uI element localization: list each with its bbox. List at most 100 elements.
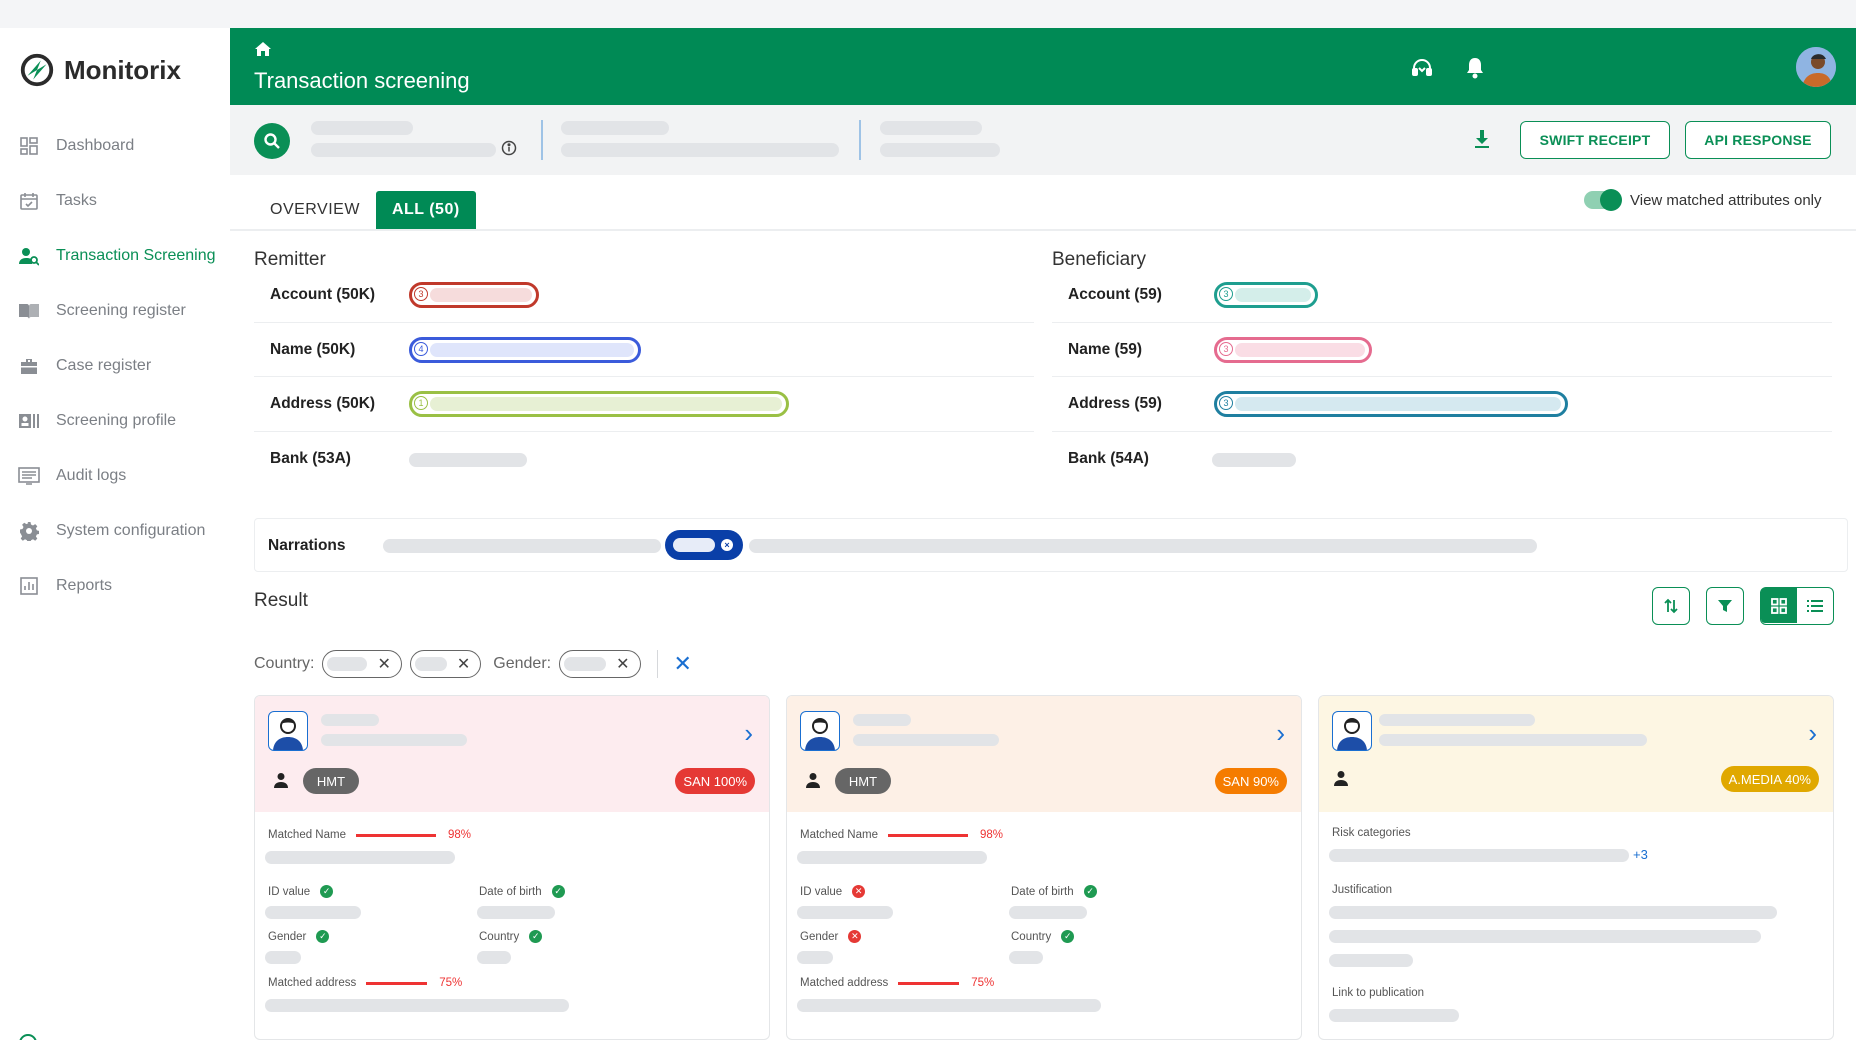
narration-match-pill[interactable]: ×: [665, 530, 743, 560]
profile-avatar-icon: [1332, 711, 1372, 751]
gender-label: Gender: [268, 930, 307, 943]
filter-chip-gender[interactable]: ✕: [559, 650, 641, 678]
chevron-right-icon[interactable]: ›: [744, 718, 753, 749]
id-value-row: ID value ✓: [268, 885, 334, 898]
match-pill[interactable]: 1: [409, 391, 789, 417]
more-categories-link[interactable]: +3: [1633, 847, 1648, 862]
active-filters: Country: ✕ ✕ Gender: ✕ ✕: [254, 650, 692, 678]
divider: [859, 120, 861, 160]
download-icon[interactable]: [1474, 129, 1490, 149]
sort-button[interactable]: [1652, 587, 1690, 625]
toggle-switch[interactable]: [1584, 189, 1622, 211]
remove-filter-icon[interactable]: ✕: [616, 654, 629, 674]
id-value-row: ID value ✕: [800, 885, 866, 898]
tab-overview[interactable]: OVERVIEW: [254, 191, 376, 229]
chip-value: [564, 657, 607, 671]
match-pill[interactable]: 3: [1214, 336, 1372, 363]
search-icon: [264, 133, 280, 149]
list-view-button[interactable]: [1797, 588, 1833, 623]
remove-filter-icon[interactable]: ✕: [457, 654, 470, 674]
sidebar-item-dashboard[interactable]: Dashboard: [0, 118, 230, 173]
matched-name-bar: [355, 833, 436, 837]
home-icon[interactable]: [254, 40, 272, 58]
beneficiary-row-bank: Bank (54A): [1052, 432, 1832, 487]
attr-label: Name (50K): [270, 340, 356, 358]
calendar-check-icon: [18, 190, 40, 212]
sidebar-item-label: Transaction Screening: [56, 246, 216, 264]
tab-all[interactable]: ALL (50): [375, 191, 476, 229]
gender-label: Gender: [800, 930, 839, 943]
check-icon: ✓: [320, 885, 334, 898]
sidebar-item-label: Audit logs: [56, 466, 127, 484]
match-pill[interactable]: 4: [409, 336, 641, 363]
notification-bell-icon[interactable]: [1461, 54, 1489, 82]
match-pill[interactable]: 3: [409, 282, 539, 308]
brand[interactable]: Monitorix: [0, 34, 230, 106]
api-response-button[interactable]: API RESPONSE: [1685, 121, 1831, 159]
skeleton-subtitle: [1379, 734, 1647, 746]
matched-name-row: Matched Name 98%: [800, 829, 1003, 841]
card-header: › HMT SAN 100%: [255, 696, 769, 812]
dob-label: Date of birth: [479, 885, 542, 898]
matched-name-label: Matched Name: [268, 829, 346, 841]
swift-receipt-button[interactable]: SWIFT RECEIPT: [1520, 121, 1670, 159]
chip-value: [327, 657, 368, 671]
filter-button[interactable]: [1706, 587, 1744, 625]
support-headset-icon[interactable]: [1408, 54, 1436, 82]
attr-label: Bank (54A): [1068, 449, 1149, 467]
skeleton-name: [853, 714, 911, 726]
check-icon: ✓: [1061, 930, 1075, 943]
matched-address-row: Matched address 75%: [800, 977, 994, 989]
bar-chart-icon: [18, 575, 40, 597]
remitter-table: Account (50K) 3 Name (50K) 4 Address (50…: [254, 268, 1034, 486]
result-card[interactable]: › A.MEDIA 40% Risk categories +3 Justifi…: [1318, 695, 1834, 1040]
sidebar-item-label: System configuration: [56, 521, 206, 539]
check-icon: ✓: [316, 930, 330, 943]
remitter-row-bank: Bank (53A): [254, 432, 1034, 487]
sidebar-item-tasks[interactable]: Tasks: [0, 173, 230, 228]
risk-badge: A.MEDIA 40%: [1720, 766, 1819, 792]
match-pill[interactable]: 3: [1214, 391, 1568, 417]
clear-filters-icon[interactable]: ✕: [674, 651, 692, 677]
user-avatar[interactable]: [1796, 47, 1836, 87]
person-icon: [274, 773, 288, 788]
result-card[interactable]: › HMT SAN 90% Matched Name 98% ID value ✕…: [786, 695, 1302, 1040]
card-header: › HMT SAN 90%: [787, 696, 1301, 812]
sidebar-item-system-configuration[interactable]: System configuration: [0, 503, 230, 558]
card-header: › A.MEDIA 40%: [1319, 696, 1833, 812]
remove-filter-icon[interactable]: ✕: [377, 654, 390, 674]
check-icon: ✓: [529, 930, 543, 943]
sidebar-item-label: Screening profile: [56, 411, 177, 429]
sidebar-item-screening-register[interactable]: Screening register: [0, 283, 230, 338]
sidebar-item-case-register[interactable]: Case register: [0, 338, 230, 393]
pill-fill: [673, 538, 715, 552]
skeleton-value: [1329, 1009, 1459, 1022]
skeleton-value: [1212, 452, 1296, 467]
chevron-right-icon[interactable]: ›: [1276, 718, 1285, 749]
chevron-right-icon[interactable]: ›: [1808, 718, 1817, 749]
tab-underline: [230, 229, 1856, 231]
skeleton-value: [265, 851, 455, 864]
search-button[interactable]: [254, 123, 290, 159]
sidebar-item-reports[interactable]: Reports: [0, 558, 230, 613]
match-pill[interactable]: 3: [1214, 282, 1318, 308]
skeleton-name: [321, 714, 379, 726]
narrations-label: Narrations: [268, 537, 346, 554]
matched-attributes-toggle[interactable]: View matched attributes only: [1584, 189, 1822, 211]
attr-label: Bank (53A): [270, 449, 351, 467]
filter-chip-country[interactable]: ✕: [322, 650, 402, 678]
sidebar-item-audit-logs[interactable]: Audit logs: [0, 448, 230, 503]
sidebar-item-transaction-screening[interactable]: Transaction Screening: [0, 228, 230, 283]
attr-label: Name (59): [1068, 340, 1143, 358]
info-icon[interactable]: [501, 140, 517, 156]
result-card[interactable]: › HMT SAN 100% Matched Name 98% ID value…: [254, 695, 770, 1040]
filter-chip-country[interactable]: ✕: [409, 650, 482, 678]
sidebar-bottom-item[interactable]: [18, 1033, 38, 1040]
justification-label: Justification: [1332, 884, 1393, 896]
country-label: Country: [1011, 930, 1052, 943]
gender-row: Gender ✕: [800, 930, 862, 943]
close-icon[interactable]: ×: [721, 539, 733, 551]
grid-view-button[interactable]: [1761, 588, 1797, 623]
sidebar-item-screening-profile[interactable]: Screening profile: [0, 393, 230, 448]
skeleton-value: [797, 951, 833, 964]
